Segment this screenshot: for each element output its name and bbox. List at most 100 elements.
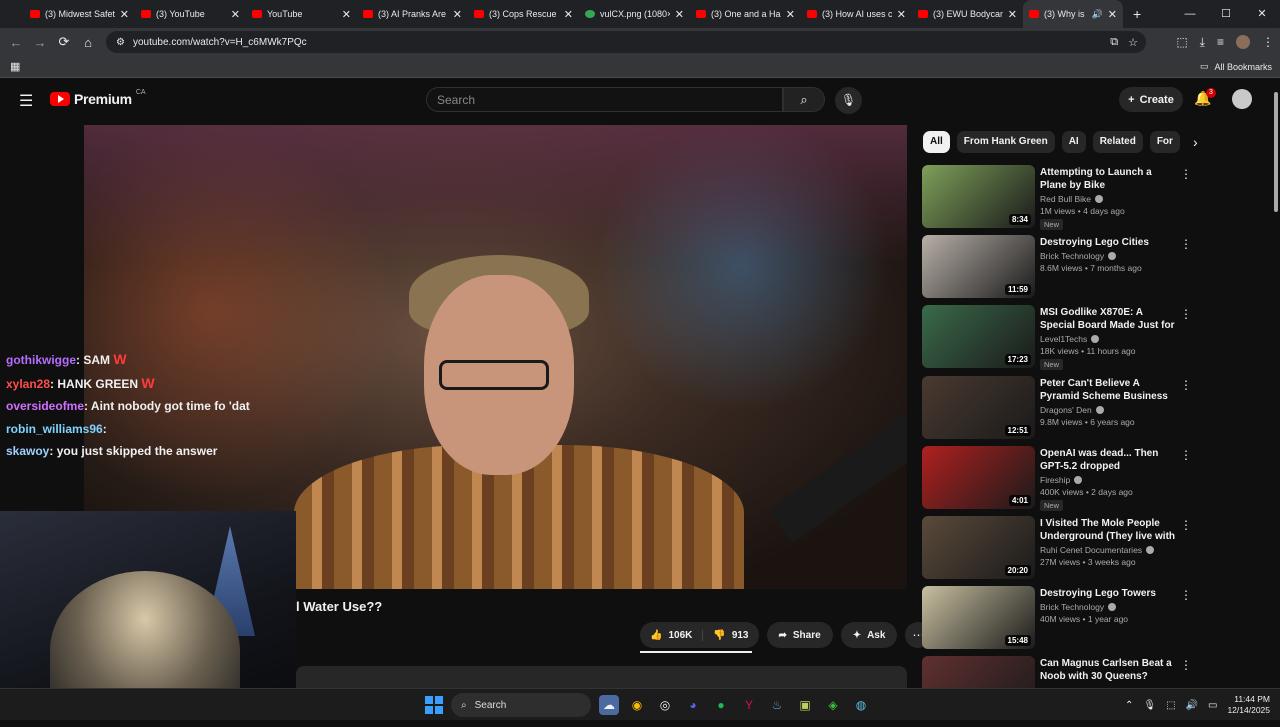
more-options-icon[interactable]: ⋮ bbox=[1180, 448, 1192, 462]
video-thumbnail[interactable]: 15:48 bbox=[922, 586, 1035, 650]
speaker-icon[interactable]: 🔊 bbox=[1092, 9, 1103, 20]
network-icon[interactable]: ⬚ bbox=[1166, 700, 1175, 711]
home-icon[interactable]: ⌂ bbox=[76, 35, 100, 50]
user-avatar[interactable] bbox=[1232, 89, 1252, 109]
recommended-video[interactable]: 11:59 Destroying Lego Cities Brick Technol… bbox=[922, 235, 1197, 305]
share-button[interactable]: ➦ Share bbox=[766, 622, 833, 648]
more-options-icon[interactable]: ⋮ bbox=[1180, 588, 1192, 602]
recommended-video[interactable]: 15:48 Destroying Lego Towers Brick Technol… bbox=[922, 586, 1197, 656]
browser-tab[interactable]: (3) Why is Eve 🔊 ✕ bbox=[1023, 0, 1123, 28]
close-tab-icon[interactable]: ✕ bbox=[1108, 8, 1117, 21]
recommended-video[interactable]: 20:20 I Visited The Mole People Undergrou… bbox=[922, 515, 1197, 586]
browser-tab[interactable]: (3) AI Pranks Are ✕ bbox=[357, 0, 468, 28]
video-title[interactable]: OpenAI was dead... Then GPT-5.2 dropped bbox=[1040, 447, 1178, 473]
video-title[interactable]: Peter Can't Believe A Pyramid Scheme Bus… bbox=[1040, 377, 1178, 403]
channel-name[interactable]: Level1Techs bbox=[1040, 334, 1087, 344]
taskbar-widgets-icon[interactable]: ☁ bbox=[599, 695, 619, 715]
close-tab-icon[interactable]: ✕ bbox=[120, 8, 129, 21]
channel-name[interactable]: Fireship bbox=[1040, 475, 1070, 485]
video-title[interactable]: MSI Godlike X870E: A Special Board Made … bbox=[1040, 306, 1178, 332]
browser-tab[interactable]: (3) EWU Bodycam ✕ bbox=[912, 0, 1023, 28]
youtube-premium-logo[interactable]: Premium CA bbox=[50, 89, 146, 107]
video-thumbnail[interactable]: 12:51 bbox=[922, 375, 1035, 439]
channel-name[interactable]: Dragons' Den bbox=[1040, 405, 1092, 415]
more-options-icon[interactable]: ⋮ bbox=[1180, 307, 1192, 321]
taskbar-search[interactable]: ⌕ Search bbox=[451, 693, 591, 717]
windows-start-icon[interactable] bbox=[425, 696, 443, 714]
more-options-icon[interactable]: ⋮ bbox=[1180, 237, 1192, 251]
video-title[interactable]: Destroying Lego Towers bbox=[1040, 587, 1178, 600]
recommended-video[interactable]: 8:34 Attempting to Launch a Plane by Bike… bbox=[922, 165, 1197, 235]
download-icon[interactable]: ⤓ bbox=[1200, 35, 1205, 50]
back-icon[interactable]: ← bbox=[4, 35, 28, 50]
more-options-icon[interactable]: ⋮ bbox=[1180, 167, 1192, 181]
close-tab-icon[interactable]: ✕ bbox=[675, 8, 684, 21]
voice-search-button[interactable]: 🎙 bbox=[835, 87, 862, 114]
video-thumbnail[interactable]: 8:34 bbox=[922, 165, 1035, 228]
chrome-icon[interactable]: ◉ bbox=[627, 695, 647, 715]
new-tab-icon[interactable]: + bbox=[1133, 6, 1141, 22]
all-bookmarks-button[interactable]: ▭ All Bookmarks bbox=[1200, 61, 1272, 72]
search-input[interactable]: Search bbox=[426, 87, 783, 112]
minimize-icon[interactable]: — bbox=[1172, 0, 1208, 28]
recommended-video[interactable]: 4:01 OpenAI was dead... Then GPT-5.2 drop… bbox=[922, 445, 1197, 516]
video-title[interactable]: Can Magnus Carlsen Beat a Noob with 30 Q… bbox=[1040, 657, 1178, 683]
globe-app-icon[interactable]: ◍ bbox=[851, 695, 871, 715]
battery-icon[interactable]: ▭ bbox=[1208, 700, 1217, 711]
menu-hamburger-icon[interactable]: ☰ bbox=[19, 91, 33, 111]
ask-button[interactable]: ✦ Ask bbox=[840, 622, 898, 648]
game-app-icon[interactable]: ▣ bbox=[795, 695, 815, 715]
maximize-icon[interactable]: ☐ bbox=[1208, 0, 1244, 28]
browser-tab[interactable]: (3) How AI uses c ✕ bbox=[801, 0, 912, 28]
recommended-video[interactable]: 12:51 Peter Can't Believe A Pyramid Schem… bbox=[922, 375, 1197, 446]
channel-name[interactable]: Brick Technology bbox=[1040, 251, 1104, 261]
system-clock[interactable]: 11:44 PM 12/14/2025 bbox=[1227, 694, 1270, 716]
browser-tab[interactable]: (3) One and a Hal ✕ bbox=[690, 0, 801, 28]
close-tab-icon[interactable]: ✕ bbox=[564, 8, 573, 21]
more-options-icon[interactable]: ⋮ bbox=[1180, 658, 1192, 672]
video-title[interactable]: Attempting to Launch a Plane by Bike bbox=[1040, 166, 1178, 192]
channel-name[interactable]: Ruhi Cenet Documentaries bbox=[1040, 545, 1142, 555]
microphone-tray-icon[interactable]: 🎙 bbox=[1143, 700, 1156, 711]
install-icon[interactable]: ⧉ bbox=[1110, 36, 1118, 49]
video-title[interactable]: Destroying Lego Cities bbox=[1040, 236, 1178, 249]
channel-name[interactable]: Red Bull Bike bbox=[1040, 194, 1091, 204]
more-options-icon[interactable]: ⋮ bbox=[1180, 518, 1192, 532]
close-tab-icon[interactable]: ✕ bbox=[897, 8, 906, 21]
filter-chip[interactable]: For bbox=[1149, 131, 1180, 153]
page-scrollbar-thumb[interactable] bbox=[1274, 92, 1278, 212]
profile-avatar-icon[interactable] bbox=[1236, 35, 1250, 49]
spotify-icon[interactable]: ● bbox=[711, 695, 731, 715]
browser-menu-icon[interactable]: ⋮ bbox=[1262, 35, 1274, 49]
volume-icon[interactable]: 🔊 bbox=[1186, 700, 1198, 711]
browser-tab[interactable]: (3) YouTube ✕ bbox=[135, 0, 246, 28]
search-button[interactable]: ⌕ bbox=[783, 87, 825, 112]
app-y-icon[interactable]: Y bbox=[739, 695, 759, 715]
discord-icon[interactable]: ◕ bbox=[683, 695, 703, 715]
dislike-button[interactable]: 👎 913 bbox=[703, 630, 758, 641]
channel-name[interactable]: Brick Technology bbox=[1040, 602, 1104, 612]
filter-chip[interactable]: AI bbox=[1061, 131, 1086, 153]
chevron-up-icon[interactable]: ⌃ bbox=[1125, 700, 1133, 711]
video-thumbnail[interactable]: 11:59 bbox=[922, 235, 1035, 299]
create-button[interactable]: + Create bbox=[1119, 87, 1183, 112]
forward-icon[interactable]: → bbox=[28, 35, 52, 50]
recommended-video[interactable]: 17:23 MSI Godlike X870E: A Special Board … bbox=[922, 305, 1197, 375]
media-control-icon[interactable]: ≡ bbox=[1217, 35, 1224, 49]
browser-tab[interactable]: vulCX.png (1080× ✕ bbox=[579, 0, 690, 28]
close-tab-icon[interactable]: ✕ bbox=[453, 8, 462, 21]
chevron-right-icon[interactable]: › bbox=[1193, 134, 1198, 150]
browser-tab[interactable]: (3) Cops Rescue M ✕ bbox=[468, 0, 579, 28]
filter-chip[interactable]: All bbox=[923, 131, 950, 153]
browser-tab[interactable]: YouTube ✕ bbox=[246, 0, 357, 28]
more-options-icon[interactable]: ⋮ bbox=[1180, 378, 1192, 392]
reload-icon[interactable]: ⟳ bbox=[52, 34, 76, 50]
bookmark-star-icon[interactable]: ☆ bbox=[1128, 36, 1138, 49]
extensions-icon[interactable]: ⬚ bbox=[1176, 35, 1187, 49]
video-thumbnail[interactable]: 17:23 bbox=[922, 305, 1035, 369]
video-thumbnail[interactable]: 4:01 bbox=[922, 445, 1035, 509]
filter-chip[interactable]: From Hank Green bbox=[956, 131, 1055, 153]
video-title[interactable]: I Visited The Mole People Underground (T… bbox=[1040, 517, 1178, 543]
browser-tab[interactable]: (3) Midwest Safet ✕ bbox=[24, 0, 135, 28]
close-window-icon[interactable]: ✕ bbox=[1244, 0, 1280, 28]
